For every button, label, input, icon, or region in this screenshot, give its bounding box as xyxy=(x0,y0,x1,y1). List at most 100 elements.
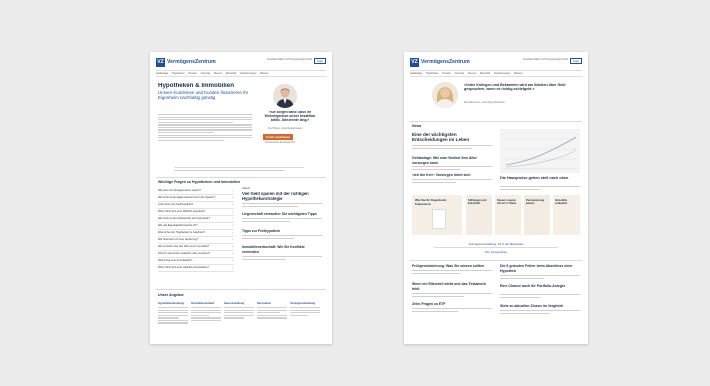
hero-subtitle: Unsere Kundinnen und Kunden finanzieren … xyxy=(158,90,249,100)
promo-link[interactable]: Vermögensverwaltung: VZ in der Bestenlis… xyxy=(404,242,588,246)
appointment-subtext: Kostenloses Erstgespräch xyxy=(265,141,296,144)
nav-item[interactable]: Erbschaft xyxy=(480,72,490,75)
story-teaser xyxy=(412,179,492,184)
offer-item[interactable]: Vermögensberatung xyxy=(290,302,315,305)
story-teaser xyxy=(412,308,492,313)
story-teaser xyxy=(500,294,580,299)
offer-title: Unser Angebot xyxy=(158,293,184,297)
nav-item[interactable]: Pension xyxy=(188,72,197,75)
nav-item[interactable]: Geldanlage xyxy=(156,72,168,75)
document-icon xyxy=(432,209,446,229)
top-links[interactable]: Kontakt Filialen VZ Finanzportal Kunde xyxy=(267,58,312,61)
vz-logo[interactable]: VZ xyxy=(410,58,419,67)
story-title[interactable]: Die 5 grössten Fehler beim Abschluss ein… xyxy=(500,264,580,274)
feature-card-title: Stiftungen und Erbschaft xyxy=(468,199,487,205)
quote-author: Kai Pfister, Hypothekarberater xyxy=(268,127,303,130)
nav-item[interactable]: Steuern xyxy=(214,72,222,75)
advisor-quote: «Unter Kollegen und Bekannten wird am li… xyxy=(464,83,566,92)
main-story-teaser xyxy=(412,145,492,150)
advisor-quote: «Sie sorgen dafür, dass Ihr Wohneigentum… xyxy=(264,111,316,122)
feature-card[interactable]: Steuern sparen mit der 3. Säule xyxy=(495,195,521,235)
top-links[interactable]: Kontakt Filialen VZ Finanzportal Kunde xyxy=(523,58,568,61)
faq-item[interactable]: Wann lohnt sich eine indirekte Amortisat… xyxy=(158,264,234,272)
feature-card[interactable]: Immobilie verkaufen xyxy=(553,195,580,235)
divider xyxy=(434,247,558,248)
info-strip xyxy=(174,167,304,172)
appointment-button-label: Termin vereinbaren xyxy=(266,135,290,139)
divider xyxy=(410,260,582,261)
news-teaser xyxy=(242,218,322,223)
feature-card[interactable]: Wie Sie Ihr Eigenheim finanzieren xyxy=(412,195,462,235)
story-title[interactable]: Die Hauspreise gehen steil nach oben xyxy=(500,176,580,181)
nav-item[interactable]: Pension xyxy=(442,72,451,75)
advisor-portrait xyxy=(273,84,297,108)
news-title[interactable]: Immobilienerbschaft: Wie Sie Konflikte v… xyxy=(242,245,322,255)
news-heading: News xyxy=(412,124,422,128)
story-teaser xyxy=(412,293,492,298)
news-teaser xyxy=(242,256,322,261)
story-title[interactable]: «Ich bin frei»: Vorsorgen lohnt sich xyxy=(412,173,492,178)
offer-item[interactable]: Renovation xyxy=(257,302,271,305)
offer-text xyxy=(290,307,320,317)
vz-logo[interactable]: VZ xyxy=(156,58,165,67)
news-label: Aktuell xyxy=(242,187,250,190)
chart-thumbnail xyxy=(500,129,580,173)
news-title[interactable]: Viel Geld sparen mit der richtigen Hypot… xyxy=(242,192,322,202)
news-title[interactable]: Tipps zur Festhypothek xyxy=(242,229,322,234)
nav-item[interactable]: Hypotheken xyxy=(426,72,439,75)
nav-item[interactable]: Steuern xyxy=(468,72,476,75)
site-header: VZ VermögensZentrum Kontakt Filialen VZ … xyxy=(410,57,582,69)
nav-item[interactable]: Weitere xyxy=(514,72,522,75)
divider xyxy=(156,177,326,178)
story-title[interactable]: Wenn ein Elternteil stirbt und das Testa… xyxy=(412,282,492,292)
feature-card[interactable]: Pensionierung planen xyxy=(524,195,550,235)
login-button[interactable]: Login xyxy=(570,58,582,64)
nav-item[interactable]: Versicherungen xyxy=(240,72,257,75)
brand-name[interactable]: VermögensZentrum xyxy=(421,59,470,65)
login-button[interactable]: Login xyxy=(314,58,326,64)
page-preview-home[interactable]: VZ VermögensZentrum Kontakt Filialen VZ … xyxy=(404,52,588,344)
offer-text xyxy=(224,307,254,320)
nav-item[interactable]: Versicherungen xyxy=(494,72,511,75)
feature-card[interactable]: Stiftungen und Erbschaft xyxy=(466,195,492,235)
nav-item[interactable]: Geldanlage xyxy=(410,72,422,75)
news-title[interactable]: Liegenschaft verkaufen: Die wichtigsten … xyxy=(242,212,322,217)
offer-text xyxy=(257,307,287,320)
story-teaser xyxy=(500,310,580,315)
feature-card-title: Wie Sie Ihr Eigenheim finanzieren xyxy=(415,198,447,206)
main-story-title[interactable]: Eine der wichtigsten Entscheidungen im L… xyxy=(412,132,492,142)
story-teaser xyxy=(500,186,580,191)
offer-text xyxy=(191,307,221,322)
nav-item[interactable]: Vorsorge xyxy=(201,72,211,75)
story-title[interactable]: Stets zu aktuellen Zinsen im Vergleich xyxy=(500,304,580,309)
appointment-button[interactable]: Termin vereinbaren xyxy=(263,134,293,140)
nav-item[interactable]: Erbschaft xyxy=(226,72,236,75)
story-title[interactable]: Frühpensionierung: Was Sie wissen sollte… xyxy=(412,264,492,269)
advisor-portrait xyxy=(432,82,458,108)
offer-item[interactable]: Hypothekenberatung xyxy=(158,302,184,305)
story-teaser xyxy=(412,270,492,275)
feature-card-title: Steuern sparen mit der 3. Säule xyxy=(497,199,517,205)
story-teaser xyxy=(412,166,492,171)
news-teaser xyxy=(242,235,322,240)
page-preview-hypotheken[interactable]: VZ VermögensZentrum Kontakt Filialen VZ … xyxy=(150,52,332,344)
nav-item[interactable]: Weitere xyxy=(260,72,268,75)
story-title[interactable]: Eine Chance auch für Portfolio-Anleger xyxy=(500,284,580,289)
quote-author: Eva Baumann, Vermögensberaterin xyxy=(464,101,506,104)
divider xyxy=(410,121,582,122)
nav-item[interactable]: Vorsorge xyxy=(455,72,465,75)
nav-item[interactable]: Hypotheken xyxy=(172,72,185,75)
hero-text xyxy=(158,114,252,142)
offer-item[interactable]: Hausverwaltung xyxy=(224,302,244,305)
news-teaser xyxy=(242,203,322,208)
story-title[interactable]: Zehn Fragen zu ETF xyxy=(412,302,492,307)
divider xyxy=(156,289,326,290)
brand-name[interactable]: VermögensZentrum xyxy=(167,59,216,65)
main-nav: Geldanlage Hypotheken Pension Vorsorge S… xyxy=(156,70,326,77)
offer-item[interactable]: Immobilienverkauf xyxy=(191,302,214,305)
story-title[interactable]: Geldanlage: Wie man flexibel fürs Alter … xyxy=(412,156,492,166)
feature-card-title: Immobilie verkaufen xyxy=(555,199,568,205)
promo-link[interactable]: Ihre VZ-Hypothek xyxy=(404,250,588,254)
faq-title: Wichtige Fragen zu Hypotheken und Immobi… xyxy=(158,180,241,184)
feature-card-title: Pensionierung planen xyxy=(526,199,545,205)
